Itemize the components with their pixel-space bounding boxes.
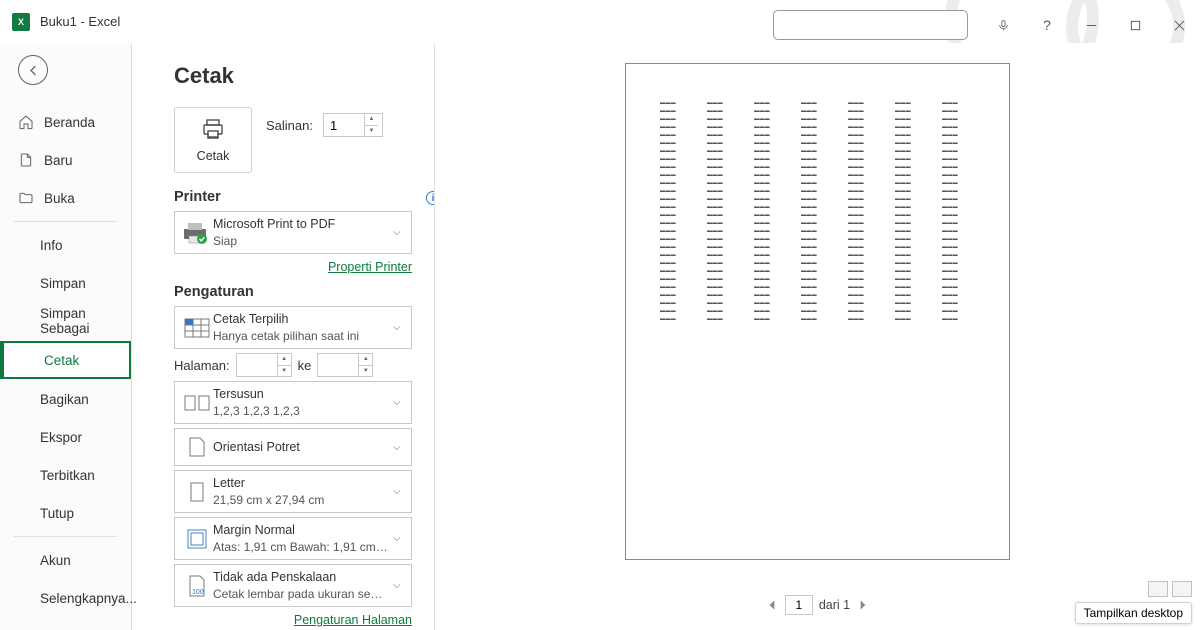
minimize-button[interactable]	[1082, 16, 1100, 34]
zoom-controls[interactable]	[1148, 581, 1192, 597]
sidebar-item-export[interactable]: Ekspor	[0, 418, 131, 456]
page-of-label: dari 1	[819, 598, 850, 612]
titlebar: X Buku1 - Excel ?	[0, 0, 1200, 43]
sidebar: Beranda Baru Buka Info Simpan Simpan Seb…	[0, 43, 132, 630]
chevron-down-icon: ⌵	[393, 322, 405, 333]
scaling-icon: 100	[181, 572, 213, 600]
new-icon	[18, 152, 34, 168]
copies-input[interactable]: ▲▼	[323, 113, 383, 137]
sidebar-item-label: Beranda	[44, 115, 95, 130]
print-button[interactable]: Cetak	[174, 107, 252, 173]
sidebar-item-home[interactable]: Beranda	[0, 103, 131, 141]
sidebar-item-saveas[interactable]: Simpan Sebagai	[0, 302, 131, 340]
copies-label: Salinan:	[266, 118, 313, 133]
open-icon	[18, 190, 34, 206]
page-title: Cetak	[174, 63, 412, 89]
page-setup-link[interactable]: Pengaturan Halaman	[294, 613, 412, 627]
print-preview-panel: ▬▬▬▬▬▬▬▬▬▬▬▬▬▬▬▬▬▬▬▬▬▬▬▬▬▬▬▬▬▬▬▬▬▬▬▬▬▬▬▬…	[434, 43, 1200, 630]
maximize-button[interactable]	[1126, 16, 1144, 34]
pages-to-input[interactable]: ▲▼	[317, 353, 373, 377]
sidebar-item-label: Baru	[44, 153, 73, 168]
settings-section-header: Pengaturan	[174, 284, 412, 300]
window-title: Buku1 - Excel	[40, 14, 120, 29]
print-area-dropdown[interactable]: Cetak TerpilihHanya cetak pilihan saat i…	[174, 306, 412, 349]
back-button[interactable]	[18, 55, 48, 85]
sidebar-item-info[interactable]: Info	[0, 226, 131, 264]
sidebar-item-label: Buka	[44, 191, 75, 206]
sidebar-item-open[interactable]: Buka	[0, 179, 131, 217]
show-desktop-button[interactable]: Tampilkan desktop	[1075, 602, 1192, 624]
printer-dropdown[interactable]: Microsoft Print to PDFSiap ⌵	[174, 211, 412, 254]
paper-size-dropdown[interactable]: Letter21,59 cm x 27,94 cm ⌵	[174, 470, 412, 513]
sidebar-item-close[interactable]: Tutup	[0, 494, 131, 532]
search-input[interactable]	[773, 10, 968, 40]
svg-text:100: 100	[192, 589, 204, 596]
collation-dropdown[interactable]: Tersusun1,2,3 1,2,3 1,2,3 ⌵	[174, 381, 412, 424]
sidebar-item-publish[interactable]: Terbitkan	[0, 456, 131, 494]
printer-device-icon	[181, 219, 213, 247]
sidebar-item-new[interactable]: Baru	[0, 141, 131, 179]
help-icon[interactable]: ?	[1038, 16, 1056, 34]
excel-icon: X	[12, 13, 30, 31]
sidebar-item-account[interactable]: Akun	[0, 541, 131, 579]
chevron-down-icon[interactable]: ▼	[365, 126, 378, 137]
collation-icon	[181, 389, 213, 417]
next-page-button[interactable]	[856, 598, 870, 612]
paper-icon	[181, 478, 213, 506]
scaling-dropdown[interactable]: 100 Tidak ada PenskalaanCetak lembar pad…	[174, 564, 412, 607]
close-button[interactable]	[1170, 16, 1188, 34]
mic-icon[interactable]	[994, 16, 1012, 34]
grid-icon	[181, 314, 213, 342]
pages-to-label: ke	[298, 358, 312, 373]
portrait-icon	[181, 433, 213, 461]
margins-dropdown[interactable]: Margin NormalAtas: 1,91 cm Bawah: 1,91 c…	[174, 517, 412, 560]
sidebar-item-more[interactable]: Selengkapnya...	[0, 579, 131, 617]
sidebar-item-print[interactable]: Cetak	[0, 341, 131, 379]
printer-section-header: Printer i	[174, 189, 412, 205]
margins-icon	[181, 525, 213, 553]
preview-sheet: ▬▬▬▬▬▬▬▬▬▬▬▬▬▬▬▬▬▬▬▬▬▬▬▬▬▬▬▬▬▬▬▬▬▬▬▬▬▬▬▬…	[625, 63, 1010, 560]
pages-from-label: Halaman:	[174, 358, 230, 373]
chevron-up-icon[interactable]: ▲	[365, 114, 378, 126]
chevron-down-icon: ⌵	[393, 227, 405, 238]
sidebar-item-share[interactable]: Bagikan	[0, 380, 131, 418]
page-number-input[interactable]	[785, 595, 813, 615]
orientation-dropdown[interactable]: Orientasi Potret ⌵	[174, 428, 412, 466]
home-icon	[18, 114, 34, 130]
sidebar-item-save[interactable]: Simpan	[0, 264, 131, 302]
printer-icon	[199, 117, 227, 141]
print-settings-panel: Cetak Cetak Salinan: ▲▼ Printer i	[132, 43, 434, 630]
pages-from-input[interactable]: ▲▼	[236, 353, 292, 377]
prev-page-button[interactable]	[765, 598, 779, 612]
printer-properties-link[interactable]: Properti Printer	[328, 260, 412, 274]
